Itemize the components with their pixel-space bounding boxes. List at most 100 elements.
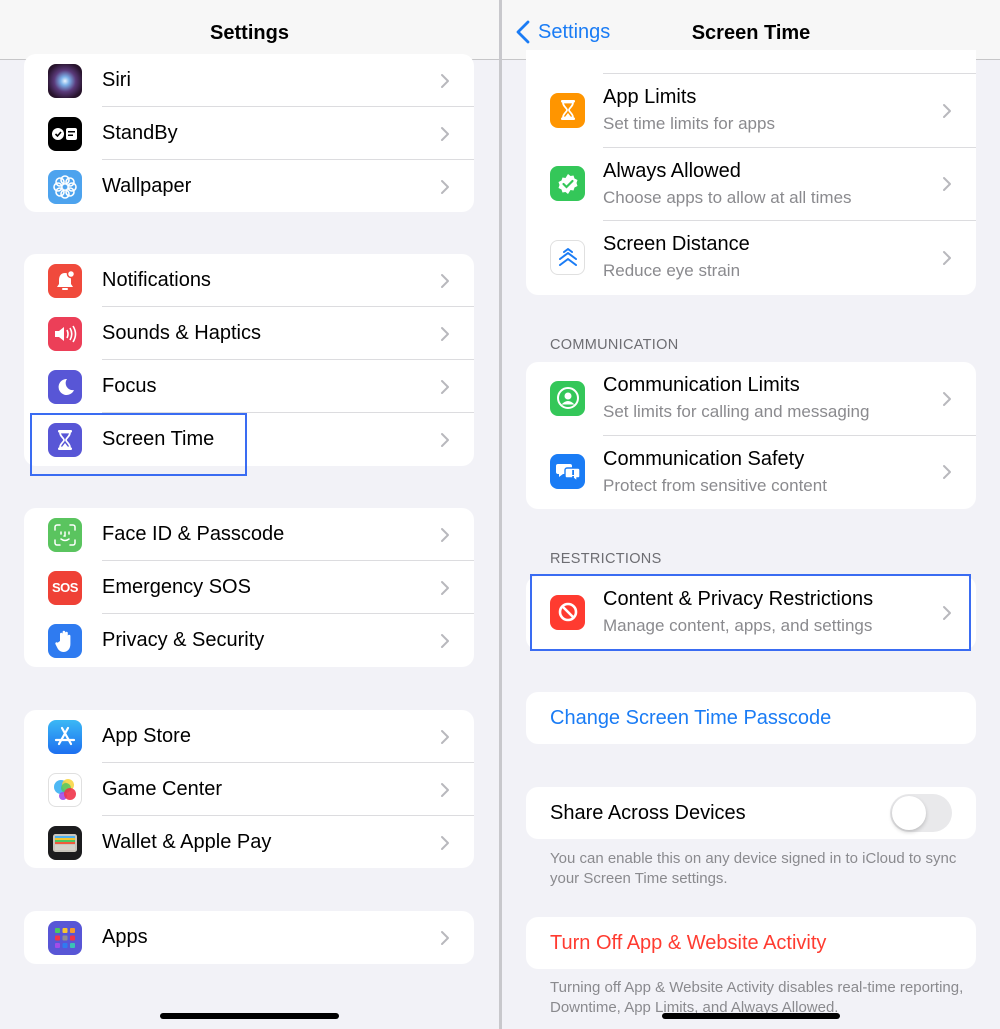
settings-item-label: Sounds & Haptics (102, 322, 261, 344)
settings-item-label: Privacy & Security (102, 629, 265, 651)
settings-item-notifications[interactable]: Notifications (24, 254, 474, 307)
wallet-icon (48, 825, 82, 860)
settings-item-label: Game Center (102, 778, 223, 800)
settings-item-privacy-security[interactable]: Privacy & Security (24, 614, 474, 667)
item-subtitle: Choose apps to allow at all times (603, 187, 852, 207)
restrictions-section-header: RESTRICTIONS (550, 551, 662, 567)
item-title: Screen Distance (603, 233, 750, 255)
share-across-devices-toggle[interactable] (890, 794, 952, 832)
settings-item-label: Wallet & Apple Pay (102, 831, 272, 853)
settings-group-1: Siri StandBy Wallpaper (24, 54, 474, 212)
chat-bubble-warning-icon (550, 454, 585, 490)
settings-item-sounds-haptics[interactable]: Sounds & Haptics (24, 307, 474, 360)
settings-item-app-store[interactable]: App Store (24, 710, 474, 763)
restrictions-highlight-box (530, 574, 971, 651)
settings-item-label: Face ID & Passcode (102, 523, 285, 545)
settings-item-game-center[interactable]: Game Center (24, 763, 474, 816)
chevron-right-icon (441, 527, 449, 542)
focus-moon-icon (48, 369, 82, 404)
apps-grid-icon (48, 920, 82, 955)
person-circle-icon (550, 380, 585, 416)
chevron-right-icon (441, 930, 449, 945)
notifications-icon (48, 263, 82, 298)
game-center-icon (48, 772, 82, 807)
screen-distance-item[interactable]: Screen Distance Reduce eye strain (526, 221, 976, 295)
item-title: Always Allowed (603, 159, 741, 182)
toggle-knob (892, 796, 926, 830)
chevron-right-icon (943, 250, 951, 265)
chevron-right-icon (441, 580, 449, 595)
share-footnote: You can enable this on any device signed… (550, 850, 957, 887)
chevron-right-icon (943, 177, 951, 192)
chevron-right-icon (441, 273, 449, 288)
settings-item-siri[interactable]: Siri (24, 54, 474, 107)
settings-group-4: App Store Game Center Wallet & Apple Pay (24, 710, 474, 868)
item-title: App Limits (603, 86, 697, 108)
hourglass-icon (550, 92, 585, 128)
settings-item-apps[interactable]: Apps (24, 911, 474, 964)
screen-time-options-group: App Limits Set time limits for apps Alwa… (526, 50, 976, 295)
share-devices-group: Share Across Devices (526, 787, 976, 839)
settings-item-label: Siri (102, 69, 131, 91)
app-limits-item[interactable]: App Limits Set time limits for apps (526, 74, 976, 148)
chevron-right-icon (441, 179, 449, 194)
siri-icon (48, 63, 82, 98)
chevron-right-icon (441, 73, 449, 88)
chevron-right-icon (441, 379, 449, 394)
settings-item-label: Apps (102, 926, 148, 948)
screen-time-pane: Settings Screen Time App Limits Set time… (502, 0, 1000, 1029)
standby-icon (48, 116, 82, 151)
checkmark-seal-icon (550, 166, 585, 202)
chevron-right-icon (441, 835, 449, 850)
chevron-right-icon (943, 391, 951, 406)
chevron-right-icon (441, 432, 449, 447)
sos-icon: SOS (48, 570, 82, 605)
turn-off-footnote: Turning off App & Website Activity disab… (550, 979, 964, 1016)
settings-item-label: Emergency SOS (102, 576, 251, 598)
page-title: Screen Time (691, 22, 811, 44)
share-across-devices-label: Share Across Devices (550, 802, 746, 824)
chevron-right-icon (441, 633, 449, 648)
page-title: Settings (210, 22, 289, 44)
screen-time-highlight-box (30, 413, 247, 476)
chevron-right-icon (441, 782, 449, 797)
chevrons-up-icon (550, 239, 585, 275)
sounds-icon (48, 316, 82, 351)
settings-item-wallpaper[interactable]: Wallpaper (24, 160, 474, 212)
wallpaper-icon (48, 169, 82, 204)
settings-item-label: Notifications (102, 269, 211, 291)
chevron-right-icon (441, 126, 449, 141)
settings-item-focus[interactable]: Focus (24, 360, 474, 413)
item-title: Communication Safety (603, 447, 805, 470)
settings-item-emergency-sos[interactable]: SOS Emergency SOS (24, 561, 474, 614)
settings-item-standby[interactable]: StandBy (24, 107, 474, 160)
chevron-right-icon (943, 103, 951, 118)
settings-item-label: Focus (102, 375, 157, 397)
settings-navbar: Settings (0, 0, 499, 60)
settings-item-face-id[interactable]: Face ID & Passcode (24, 508, 474, 561)
settings-group-5: Apps (24, 911, 474, 964)
chevron-right-icon (943, 465, 951, 480)
chevron-right-icon (441, 729, 449, 744)
settings-item-label: StandBy (102, 122, 178, 144)
settings-group-3: Face ID & Passcode SOS Emergency SOS Pri… (24, 508, 474, 667)
item-subtitle: Reduce eye strain (603, 261, 741, 280)
communication-safety-item[interactable]: Communication Safety Protect from sensit… (526, 436, 976, 510)
item-subtitle: Protect from sensitive content (603, 475, 827, 495)
home-indicator[interactable] (160, 1013, 339, 1019)
home-indicator[interactable] (662, 1013, 840, 1019)
settings-item-label: App Store (102, 725, 191, 747)
change-passcode-group: Change Screen Time Passcode (526, 692, 976, 744)
communication-limits-item[interactable]: Communication Limits Set limits for call… (526, 362, 976, 436)
settings-item-label: Wallpaper (102, 175, 192, 197)
communication-section-header: COMMUNICATION (550, 337, 679, 353)
turn-off-activity-button[interactable]: Turn Off App & Website Activity (550, 932, 826, 955)
item-title: Communication Limits (603, 374, 800, 396)
always-allowed-item[interactable]: Always Allowed Choose apps to allow at a… (526, 148, 976, 221)
settings-item-wallet[interactable]: Wallet & Apple Pay (24, 816, 474, 868)
face-id-icon (48, 517, 82, 552)
hand-icon (48, 623, 82, 658)
settings-pane: Settings Siri StandBy Wallpaper Notifica… (0, 0, 499, 1029)
change-passcode-button[interactable]: Change Screen Time Passcode (550, 707, 831, 730)
chevron-right-icon (441, 326, 449, 341)
